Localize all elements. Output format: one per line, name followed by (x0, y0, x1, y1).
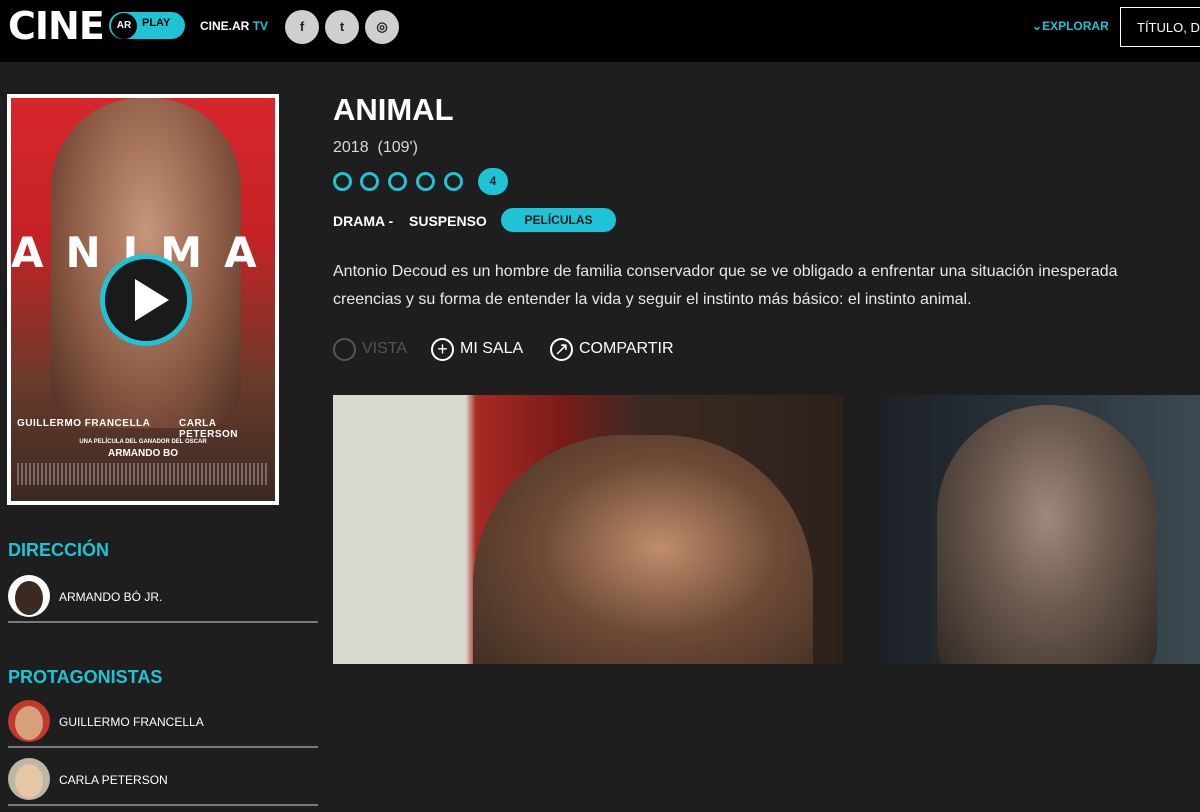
cinear-label: CINE.AR (200, 19, 250, 33)
movie-still[interactable] (877, 395, 1200, 664)
synopsis-line: Antonio Decoud es un hombre de familia c… (333, 263, 1118, 280)
compartir-label: COMPARTIR (579, 340, 674, 357)
cinear-tv-link[interactable]: CINE.AR TV (200, 19, 268, 33)
actor-name: CARLA PETERSON (59, 773, 168, 787)
explorar-menu[interactable]: ⌄EXPLORAR (1032, 19, 1109, 33)
protagonistas-heading: PROTAGONISTAS (8, 667, 163, 687)
genre-suspenso[interactable]: SUSPENSO (409, 213, 487, 229)
rating-circle-icon[interactable] (444, 172, 463, 191)
search-input[interactable]: TÍTULO, D (1120, 7, 1200, 47)
actor-item[interactable]: CARLA PETERSON (8, 756, 318, 806)
poster-actor-right: CARLA PETERSON (179, 418, 239, 440)
tv-label: TV (252, 19, 269, 33)
movie-poster[interactable]: ANIMAL GUILLERMO FRANCELLA CARLA PETERSO… (7, 94, 279, 505)
facebook-icon[interactable]: f (285, 10, 319, 44)
vista-label: VISTA (362, 340, 408, 357)
actor-name: GUILLERMO FRANCELLA (59, 715, 204, 729)
vista-button[interactable]: VISTA (333, 337, 407, 361)
direccion-heading: DIRECCIÓN (8, 540, 110, 560)
explorar-label: EXPLORAR (1042, 19, 1109, 33)
poster-director: ARMANDO BO (108, 448, 178, 459)
top-header: CINE AR PLAY CINE.AR TV f t ◎ ⌄EXPLORAR … (0, 0, 1200, 62)
poster-image: ANIMAL GUILLERMO FRANCELLA CARLA PETERSO… (11, 98, 275, 501)
compartir-button[interactable]: ↗ COMPARTIR (550, 337, 674, 361)
play-label: PLAY (142, 17, 171, 29)
rating-circle-icon[interactable] (388, 172, 407, 191)
twitter-icon[interactable]: t (325, 10, 359, 44)
poster-actor-left: GUILLERMO FRANCELLA (17, 418, 151, 429)
synopsis-line: creencias y su forma de entender la vida… (333, 291, 972, 308)
plus-icon: + (431, 337, 454, 361)
rating-circle-icon[interactable] (360, 172, 379, 191)
play-icon (135, 279, 169, 321)
rating-circle-icon[interactable] (333, 172, 352, 191)
avatar (8, 700, 50, 742)
chevron-down-icon: ⌄ (1032, 19, 1043, 33)
actor-item[interactable]: GUILLERMO FRANCELLA (8, 698, 318, 748)
movie-duration: (109') (377, 139, 418, 156)
poster-tagline: UNA PELÍCULA DEL GANADOR DEL OSCAR (79, 439, 207, 445)
genre-drama[interactable]: DRAMA - (333, 213, 393, 229)
instagram-icon[interactable]: ◎ (365, 10, 399, 44)
ar-badge: AR (111, 13, 137, 39)
play-button[interactable] (100, 254, 192, 346)
synopsis: Antonio Decoud es un hombre de familia c… (333, 258, 1200, 314)
poster-credits (17, 463, 267, 485)
mi-sala-button[interactable]: + MI SALA (431, 337, 523, 361)
movie-still[interactable] (333, 395, 843, 664)
share-icon: ↗ (550, 337, 573, 361)
movie-year: 2018 (333, 139, 369, 156)
category-badge[interactable]: PELÍCULAS (501, 208, 616, 232)
circle-icon (333, 337, 356, 361)
avatar (8, 575, 50, 617)
director-name: ARMANDO BÓ JR. (59, 590, 163, 604)
director-item[interactable]: ARMANDO BÓ JR. (8, 573, 318, 623)
avatar (8, 758, 50, 800)
rating-circle-icon[interactable] (416, 172, 435, 191)
movie-meta: 2018 (109') (333, 139, 418, 157)
cine-logo[interactable]: CINE (8, 6, 105, 46)
movie-title: ANIMAL (333, 92, 454, 127)
rating-badge: 4 (478, 168, 508, 195)
mi-sala-label: MI SALA (460, 340, 524, 357)
